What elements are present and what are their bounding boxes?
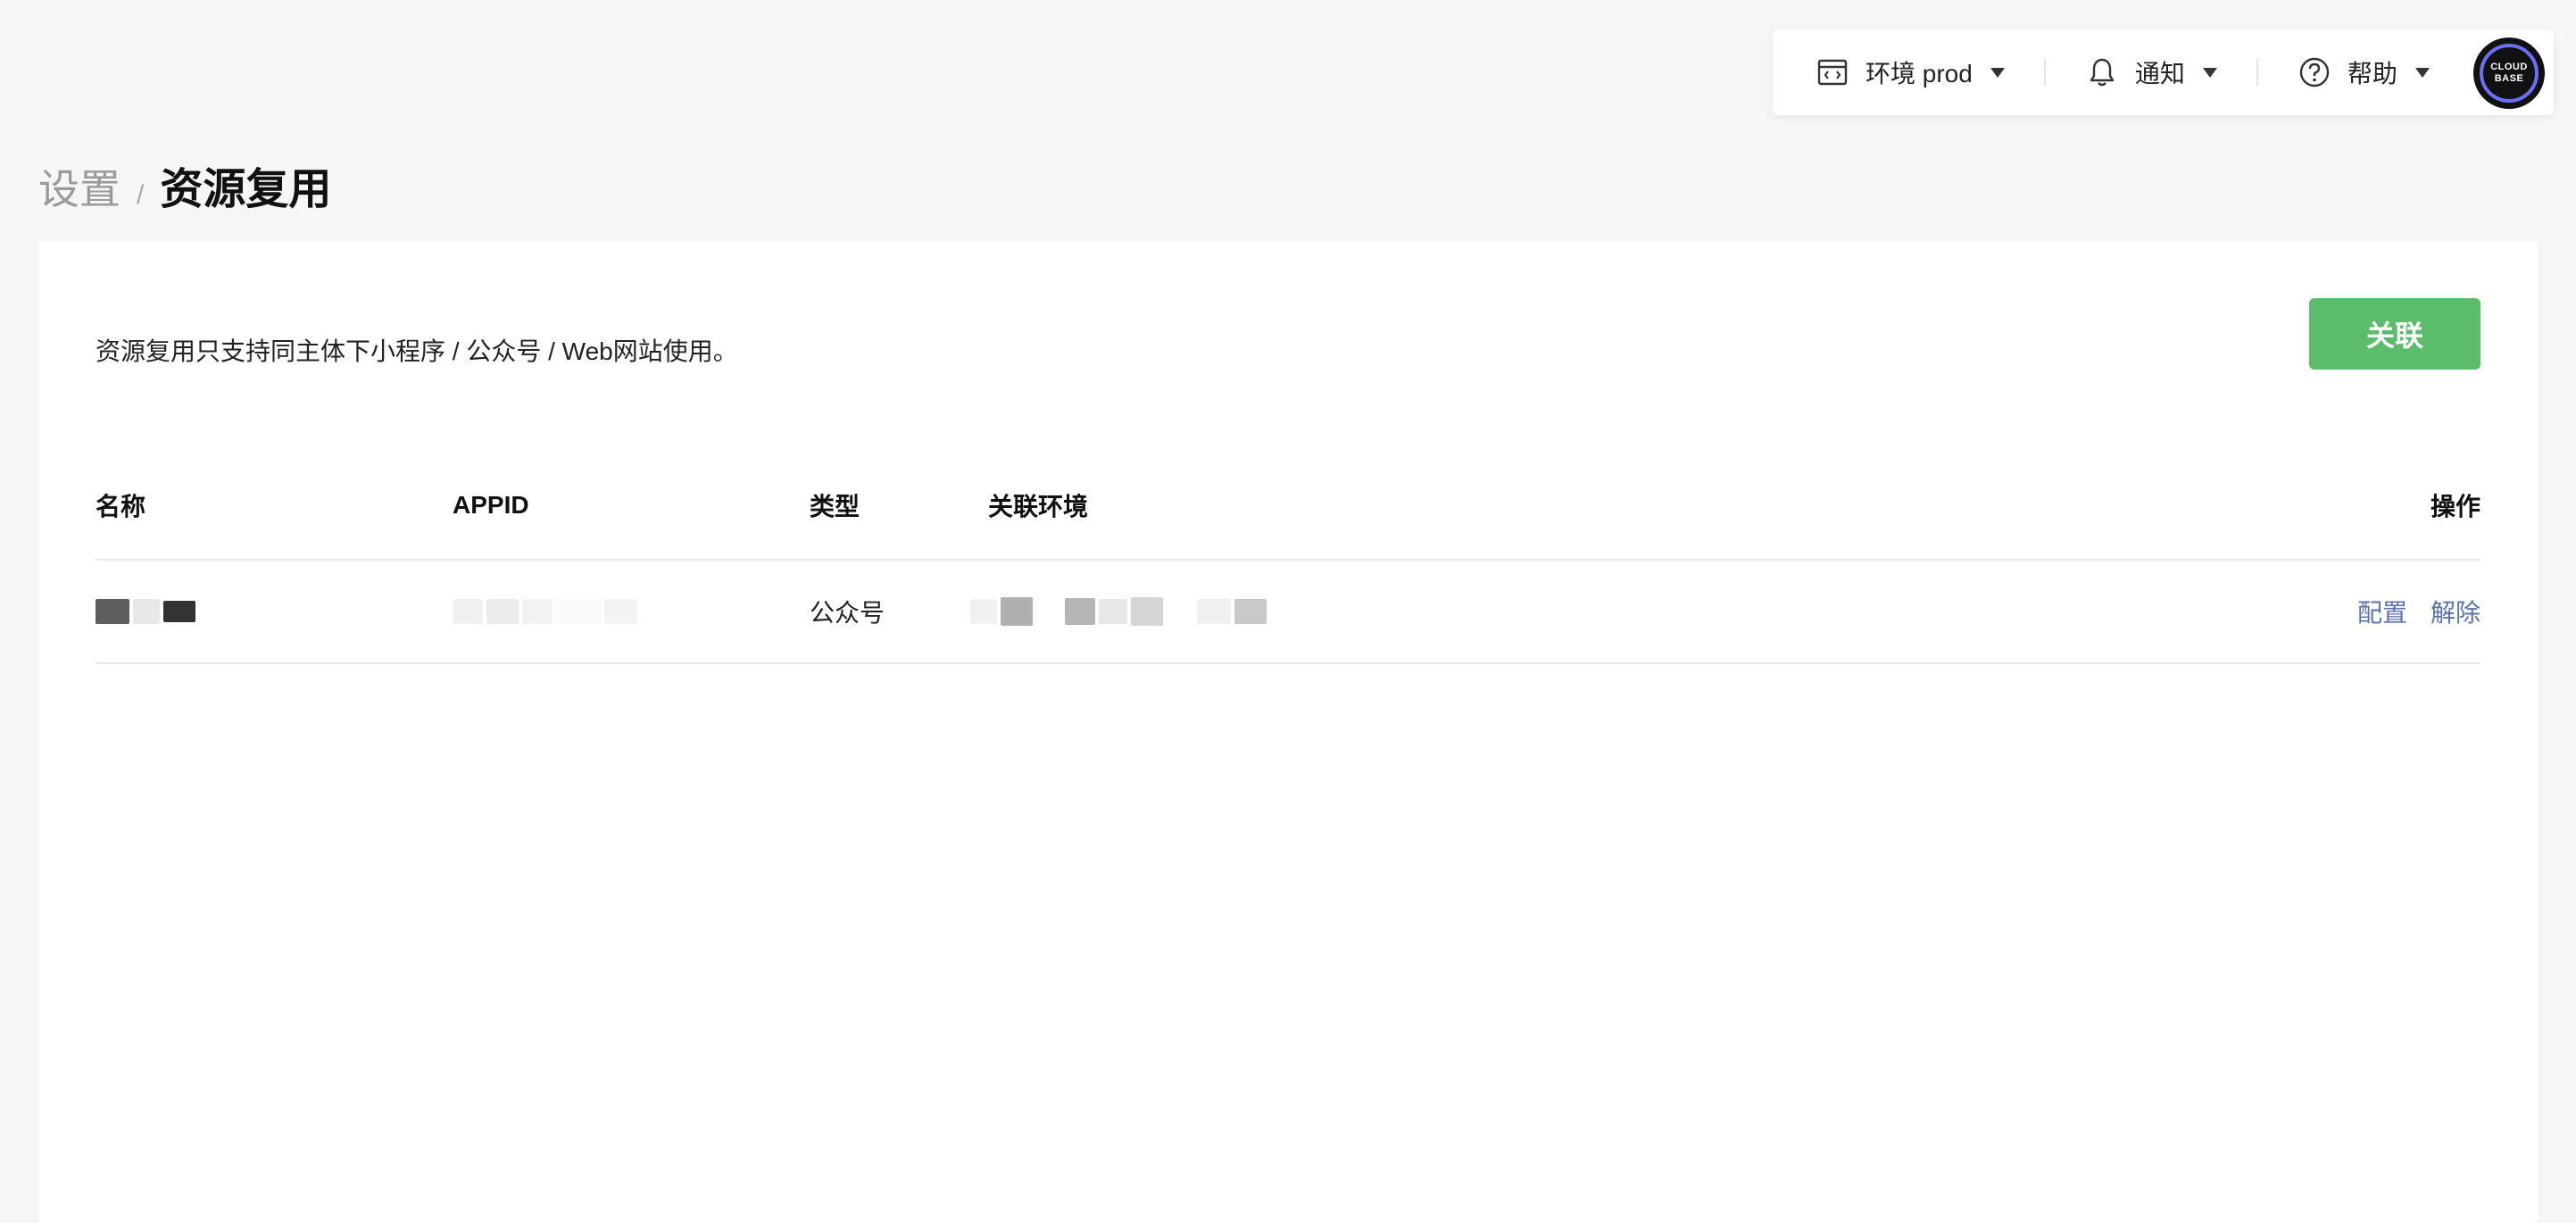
header-ops: 操作: [2430, 493, 2480, 520]
table-header: 名称 APPID 类型 关联环境 操作: [96, 452, 2480, 561]
divider: [2043, 59, 2046, 86]
content-card: 资源复用只支持同主体下小程序 / 公众号 / Web网站使用。 关联 名称 AP…: [38, 241, 2538, 1223]
header-type: 类型: [810, 493, 860, 520]
associate-button[interactable]: 关联: [2309, 298, 2480, 370]
description-text: 资源复用只支持同主体下小程序 / 公众号 / Web网站使用。: [96, 337, 738, 365]
cell-ops: 配置 解除: [2302, 594, 2480, 629]
env-label: 环境 prod: [1866, 60, 1973, 87]
breadcrumb: 设置 / 资源复用: [38, 154, 331, 216]
top-toolbar: 环境 prod 通知 帮助 CLOUD BASE: [1773, 29, 2554, 115]
cloudbase-logo: CLOUD BASE: [2480, 44, 2539, 103]
env-selector[interactable]: 环境 prod: [1816, 29, 2005, 115]
cell-name-redacted: [96, 599, 453, 624]
help-menu[interactable]: 帮助: [2298, 29, 2430, 115]
cell-env-redacted: [970, 597, 2302, 626]
table-row: 公众号 配置 解除: [96, 561, 2480, 664]
chevron-down-icon: [2202, 67, 2217, 78]
cell-type: 公众号: [810, 599, 885, 627]
page-title: 资源复用: [160, 166, 332, 213]
question-circle-icon: [2298, 55, 2331, 89]
config-link[interactable]: 配置: [2357, 594, 2407, 629]
chevron-down-icon: [1990, 67, 2005, 78]
unbind-link[interactable]: 解除: [2431, 594, 2480, 629]
breadcrumb-settings[interactable]: 设置: [38, 157, 120, 216]
avatar[interactable]: CLOUD BASE: [2473, 37, 2545, 109]
breadcrumb-separator: /: [137, 180, 145, 210]
header-env: 关联环境: [988, 493, 1089, 520]
header-appid: APPID: [453, 491, 529, 519]
cell-appid-redacted: [453, 599, 810, 624]
divider: [2256, 59, 2258, 86]
resource-table: 名称 APPID 类型 关联环境 操作 公众号 配置 解除: [96, 452, 2480, 664]
bell-icon: [2085, 55, 2119, 89]
chevron-down-icon: [2414, 67, 2430, 78]
code-window-icon: [1816, 55, 1849, 89]
header-name: 名称: [96, 493, 146, 520]
notice-menu[interactable]: 通知: [2085, 29, 2217, 115]
help-label: 帮助: [2347, 60, 2397, 87]
notice-label: 通知: [2134, 60, 2185, 87]
